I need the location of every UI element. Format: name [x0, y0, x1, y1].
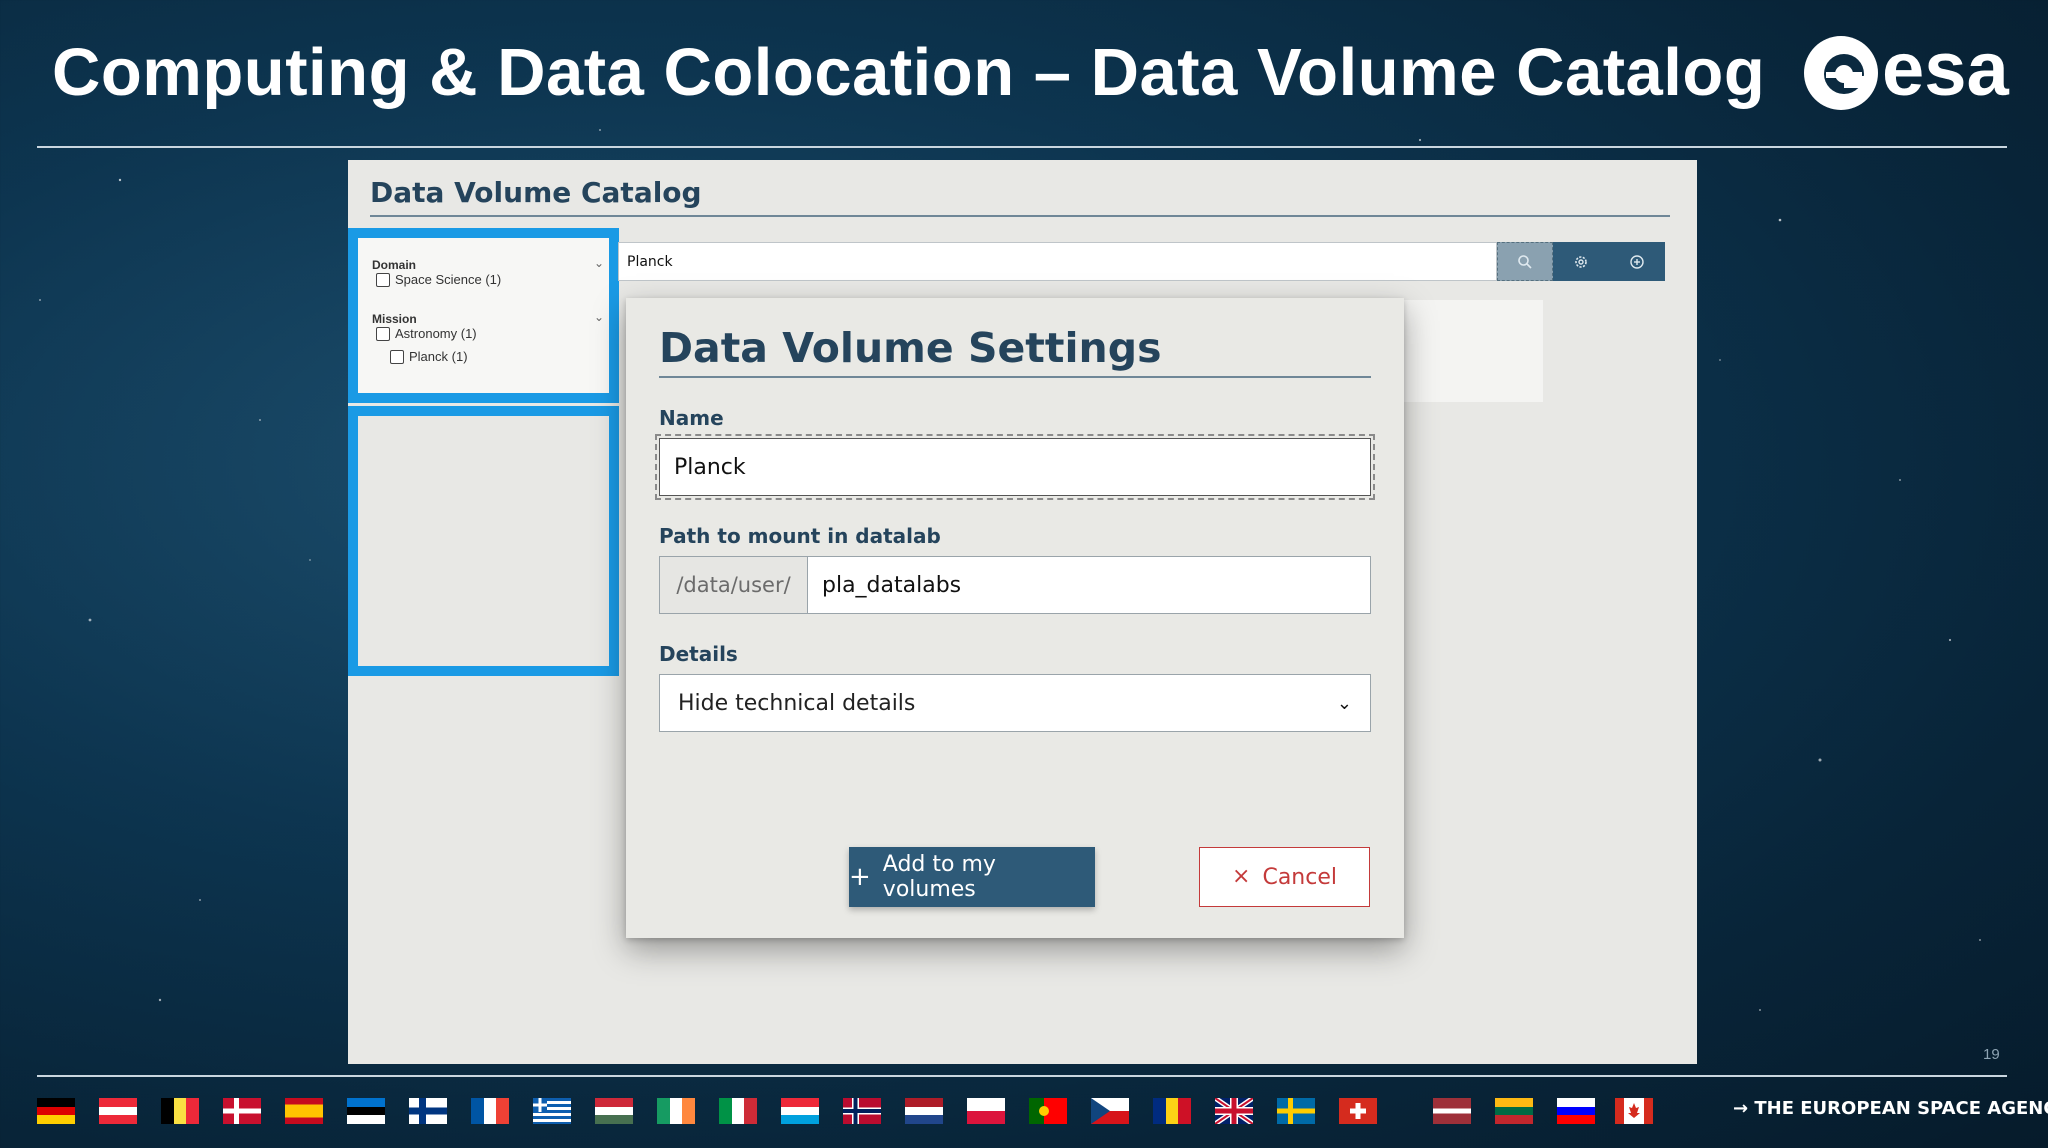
flag-italy: [719, 1098, 757, 1124]
path-input-group: /data/user/: [659, 556, 1371, 614]
flag-switzerland: [1339, 1098, 1377, 1124]
flag-poland: [967, 1098, 1005, 1124]
path-label: Path to mount in datalab: [659, 524, 941, 548]
flag-lithuania: [1495, 1098, 1533, 1124]
flag-luxembourg: [781, 1098, 819, 1124]
facet-item-astronomy[interactable]: Astronomy (1): [376, 326, 477, 341]
facet-heading-mission: Mission: [372, 312, 417, 326]
chevron-down-icon[interactable]: ⌄: [594, 310, 604, 324]
facet-item-label: Planck (1): [409, 349, 468, 364]
esa-logo: esa: [1800, 27, 2010, 114]
catalog-window: Data Volume Catalog Domain ⌄ Space Scien…: [348, 160, 1697, 1064]
search-input[interactable]: [618, 242, 1497, 281]
flag-romania: [1153, 1098, 1191, 1124]
facet-item-label: Astronomy (1): [395, 326, 477, 341]
facet-item-planck[interactable]: Planck (1): [390, 349, 468, 364]
flag-austria: [99, 1098, 137, 1124]
flag-slovenia: [1557, 1098, 1595, 1124]
flag-hungary: [595, 1098, 633, 1124]
checkbox[interactable]: [390, 349, 404, 364]
facet-heading-domain: Domain: [372, 258, 417, 272]
flag-finland: [409, 1098, 447, 1124]
details-label: Details: [659, 642, 738, 666]
checkbox[interactable]: [376, 326, 390, 341]
flag-norway: [843, 1098, 881, 1124]
name-label: Name: [659, 406, 724, 430]
flag-denmark: [223, 1098, 261, 1124]
title-divider: [37, 146, 2007, 148]
dialog-title-divider: [659, 376, 1371, 378]
esa-logo-text: esa: [1882, 27, 2009, 112]
highlight-box: [348, 406, 619, 676]
flag-czech-republic: [1091, 1098, 1129, 1124]
flag-spain: [285, 1098, 323, 1124]
flag-germany: [37, 1098, 75, 1124]
flag-greece: [533, 1098, 571, 1124]
flag-france: [471, 1098, 509, 1124]
flag-ireland: [657, 1098, 695, 1124]
facet-item-space-science[interactable]: Space Science (1): [376, 272, 501, 287]
flag-latvia: [1433, 1098, 1471, 1124]
catalog-title: Data Volume Catalog: [370, 176, 702, 209]
data-volume-settings-dialog: Data Volume Settings Name Path to mount …: [626, 298, 1404, 938]
search-button[interactable]: [1497, 242, 1553, 281]
details-select[interactable]: Hide technical details ⌄: [659, 674, 1371, 732]
chevron-down-icon: ⌄: [1336, 692, 1352, 714]
checkbox[interactable]: [376, 272, 390, 287]
flag-estonia: [347, 1098, 385, 1124]
facet-filter-box: Domain ⌄ Space Science (1) Mission ⌄ Ast…: [348, 228, 619, 403]
page-number: 19: [1983, 1046, 2000, 1063]
flag-netherlands: [905, 1098, 943, 1124]
filter-panel: Domain ⌄ Space Science (1) Mission ⌄ Ast…: [348, 228, 619, 676]
cancel-button[interactable]: × Cancel: [1199, 847, 1370, 907]
add-button[interactable]: [1609, 242, 1665, 281]
esa-logo-mark: [1804, 36, 1878, 110]
cancel-button-label: Cancel: [1262, 864, 1337, 890]
path-field[interactable]: [808, 557, 1370, 613]
name-field[interactable]: [655, 434, 1375, 500]
agency-tagline: → THE EUROPEAN SPACE AGENCY: [1733, 1098, 2048, 1119]
footer-divider: [37, 1075, 2007, 1077]
add-circle-icon: [1630, 254, 1644, 269]
flag-belgium: [161, 1098, 199, 1124]
chevron-down-icon[interactable]: ⌄: [594, 256, 604, 270]
flag-sweden: [1277, 1098, 1315, 1124]
add-to-volumes-button[interactable]: + Add to my volumes: [849, 847, 1095, 907]
flag-portugal: [1029, 1098, 1067, 1124]
settings-button[interactable]: [1553, 242, 1609, 281]
plus-icon: +: [849, 862, 871, 892]
details-selected-value: Hide technical details: [678, 690, 916, 716]
search-icon: [1518, 254, 1532, 269]
path-prefix: /data/user/: [660, 557, 808, 613]
dialog-title: Data Volume Settings: [659, 324, 1162, 372]
flag-canada: [1615, 1098, 1653, 1124]
add-button-label: Add to my volumes: [882, 852, 996, 902]
facet-item-label: Space Science (1): [395, 272, 502, 287]
close-icon: ×: [1232, 864, 1251, 889]
catalog-title-divider: [370, 215, 1670, 217]
slide-title: Computing & Data Colocation – Data Volum…: [52, 35, 1766, 110]
flag-united-kingdom: [1215, 1098, 1253, 1124]
gear-icon: [1575, 255, 1587, 268]
